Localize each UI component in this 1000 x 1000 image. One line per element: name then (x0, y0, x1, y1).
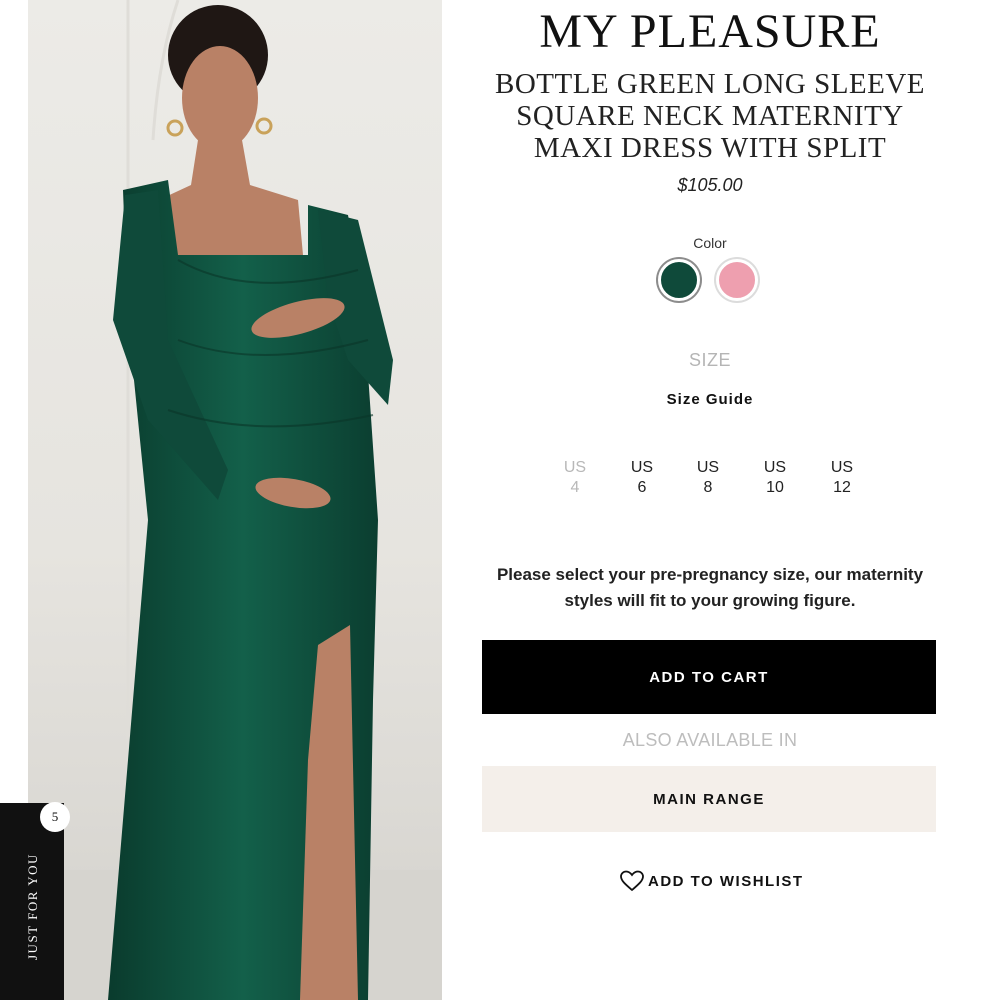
model-illustration (28, 0, 442, 1000)
maternity-size-note: Please select your pre-pregnancy size, o… (496, 565, 924, 610)
color-swatch-bottle-green[interactable] (658, 259, 700, 301)
just-for-you-count-badge: 5 (40, 802, 70, 832)
size-option-us-10[interactable]: US 10 (745, 458, 805, 498)
size-option-label: US (763, 459, 787, 476)
add-to-wishlist-label: ADD TO WISHLIST (648, 872, 804, 890)
size-guide-link[interactable]: Size Guide (460, 391, 960, 408)
size-selector: US 4 US 6 US 8 US 10 US 12 (542, 458, 882, 498)
size-option-us-6[interactable]: US 6 (612, 458, 672, 498)
size-option-value: 12 (833, 479, 851, 496)
brand-title: MY PLEASURE (539, 5, 881, 58)
size-option-value: 8 (703, 479, 713, 496)
heart-icon (620, 870, 644, 892)
product-image[interactable] (28, 0, 442, 1000)
size-option-label: US (696, 459, 720, 476)
size-option-us-8[interactable]: US 8 (678, 458, 738, 498)
add-to-cart-label: ADD TO CART (649, 668, 769, 686)
product-price: $105.00 (677, 175, 743, 195)
size-option-label: US (630, 459, 654, 476)
size-option-label: US (830, 459, 854, 476)
product-info-panel: MY PLEASURE BOTTLE GREEN LONG SLEEVE SQU… (460, 0, 960, 1000)
add-to-cart-button[interactable]: ADD TO CART (482, 640, 936, 714)
color-swatch-pink[interactable] (716, 259, 758, 301)
main-range-label: MAIN RANGE (653, 790, 765, 808)
color-label: Color (693, 235, 727, 251)
just-for-you-label[interactable]: JUST FOR YOU (25, 853, 41, 960)
also-available-heading: ALSO AVAILABLE IN (622, 730, 798, 750)
size-label: SIZE (688, 350, 731, 370)
add-to-wishlist-button[interactable]: ADD TO WISHLIST (620, 868, 804, 894)
size-option-value: 6 (637, 479, 647, 496)
size-option-value: 4 (570, 479, 580, 496)
size-option-value: 10 (766, 479, 784, 496)
product-name: BOTTLE GREEN LONG SLEEVE SQUARE NECK MAT… (494, 68, 926, 164)
size-option-label: US (563, 459, 587, 476)
main-range-button[interactable]: MAIN RANGE (482, 766, 936, 832)
size-option-us-12[interactable]: US 12 (812, 458, 872, 498)
size-option-us-4[interactable]: US 4 (545, 458, 605, 498)
